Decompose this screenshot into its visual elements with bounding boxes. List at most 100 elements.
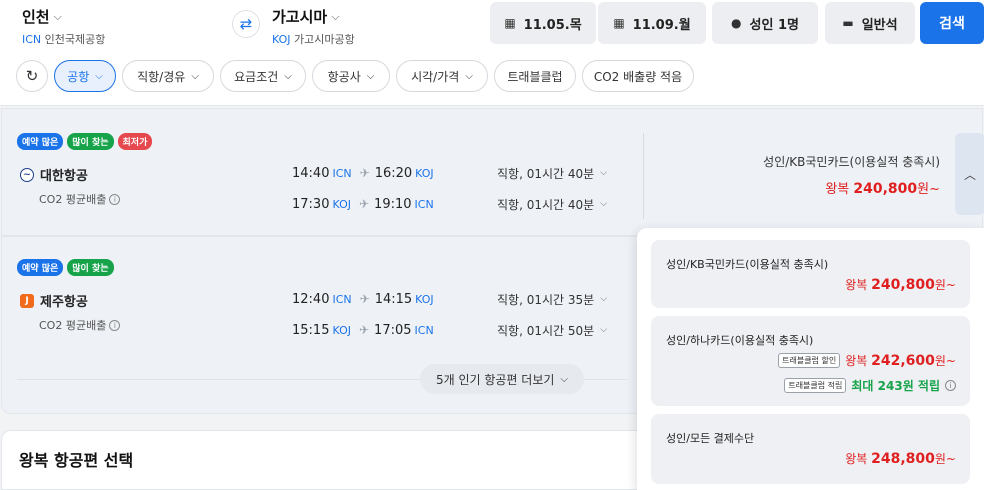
price-suffix: 원~	[934, 452, 956, 466]
plane-icon: ✈	[359, 166, 370, 180]
arrive-time: 14:15	[374, 291, 413, 307]
cabin-button[interactable]: ▬ 일반석	[825, 2, 915, 44]
filter-chip-airline[interactable]: 항공사 ⌵	[312, 60, 390, 92]
arrive-time: 19:10	[374, 196, 412, 212]
price-option[interactable]: 성인/하나카드(이용실적 충족시) 트래블클럽 할인 왕복 242,600원~ 트…	[651, 316, 970, 406]
flight-leg-outbound: 12:40 ICN ✈ 14:15 KOJ 직항, 01시간 35분 ⌵	[292, 289, 612, 309]
depart-date-button[interactable]: ▦ 11.05.목	[490, 2, 596, 44]
price-value: 242,600	[871, 353, 935, 369]
travelclub-reward-tag: 트래블클럽 적립	[784, 378, 847, 393]
badge-lowest-price: 최저가	[117, 133, 153, 150]
calendar-icon: ▦	[613, 16, 625, 30]
destination-airport: 가고시마공항	[294, 33, 355, 46]
chevron-down-icon: ⌵	[53, 9, 62, 23]
more-flights-button[interactable]: 5개 인기 항공편 더보기 ⌵	[420, 364, 584, 394]
duration-toggle[interactable]: 직항, 01시간 40분 ⌵	[497, 165, 607, 182]
price-options-panel: 성인/KB국민카드(이용실적 충족시) 왕복 240,800원~ 성인/하나카드…	[637, 228, 984, 490]
destination-selector[interactable]: 가고시마 ⌵ KOJ 가고시마공항	[272, 6, 355, 47]
info-icon[interactable]: i	[109, 193, 121, 205]
duration-toggle[interactable]: 직항, 01시간 40분 ⌵	[497, 196, 607, 213]
refresh-icon: ↻	[25, 67, 39, 85]
chip-label: 공항	[67, 69, 90, 84]
price-value: 240,800	[871, 277, 935, 293]
section-title: 왕복 항공편 선택	[19, 451, 134, 470]
passenger-button[interactable]: ● 성인 1명	[712, 2, 818, 44]
duration-toggle[interactable]: 직항, 01시간 35분 ⌵	[497, 291, 607, 308]
price-option[interactable]: 성인/KB국민카드(이용실적 충족시) 왕복 240,800원~	[651, 240, 970, 308]
cabin-class: 일반석	[861, 17, 898, 33]
refresh-button[interactable]: ↻	[16, 60, 48, 92]
chevron-down-icon: ⌵	[560, 373, 569, 385]
chevron-down-icon: ⌵	[191, 70, 199, 82]
badge-popular-booking: 예약 많은	[17, 133, 64, 150]
filter-chip-co2[interactable]: CO2 배출량 적음	[582, 60, 694, 92]
depart-time: 12:40	[292, 291, 330, 307]
plane-icon: ✈	[358, 197, 370, 211]
depart-airport: ICN	[332, 166, 352, 180]
price-condition: 성인/KB국민카드(이용실적 충족시)	[763, 155, 940, 169]
chip-label: 요금조건	[234, 69, 279, 84]
depart-airport: KOJ	[332, 197, 351, 211]
filter-chip-fare[interactable]: 요금조건 ⌵	[220, 60, 306, 92]
arrive-airport: ICN	[414, 323, 434, 337]
search-header: 인천 ⌵ ICN 인천국제공항 ⇄ 가고시마 ⌵ KOJ 가고시마공항 ▦ 11.05…	[0, 0, 984, 50]
badge-most-searched: 많이 찾는	[67, 259, 114, 276]
person-icon: ●	[731, 16, 742, 30]
flight-leg-return: 17:30 KOJ ✈ 19:10 ICN 직항, 01시간 40분 ⌵	[292, 194, 612, 214]
depart-airport: ICN	[332, 292, 352, 306]
origin-selector[interactable]: 인천 ⌵ ICN 인천국제공항	[22, 6, 105, 47]
duration-text: 직항, 01시간 40분	[497, 166, 595, 181]
return-date-button[interactable]: ▦ 11.09.월	[598, 2, 706, 44]
return-date: 11.09.월	[632, 17, 691, 33]
filter-chip-stops[interactable]: 직항/경유 ⌵	[122, 60, 214, 92]
chevron-down-icon: ⌵	[600, 325, 608, 335]
jeju-air-logo-icon: J	[20, 293, 34, 308]
price-option-label: 성인/KB국민카드(이용실적 충족시)	[666, 258, 829, 271]
arrive-time: 17:05	[374, 322, 412, 338]
chip-label: 트래블클럽	[507, 69, 563, 84]
chevron-down-icon: ⌵	[331, 9, 340, 23]
airline-name: 대한항공	[40, 169, 88, 184]
co2-label: CO2 평균배출	[39, 193, 107, 206]
divider	[643, 133, 644, 219]
calendar-icon: ▦	[504, 16, 516, 30]
depart-airport: KOJ	[332, 323, 351, 337]
depart-time: 17:30	[292, 196, 330, 212]
chevron-down-icon: ⌵	[366, 70, 375, 82]
flight-leg-outbound: 14:40 ICN ✈ 16:20 KOJ 직항, 01시간 40분 ⌵	[292, 163, 612, 183]
arrive-airport: KOJ	[415, 166, 434, 180]
duration-text: 직항, 01시간 50분	[497, 323, 595, 338]
plane-icon: ✈	[359, 292, 370, 306]
filter-bar: ↻ 공항 ⌵ 직항/경유 ⌵ 요금조건 ⌵ 항공사 ⌵ 시각/가격 ⌵ 트래블클럽 CO2…	[0, 50, 984, 106]
origin-city: 인천	[22, 8, 50, 26]
chip-label: CO2 배출량 적음	[593, 69, 683, 84]
passenger-count: 성인 1명	[749, 17, 799, 33]
price-option[interactable]: 성인/모든 결제수단 왕복 248,800원~	[651, 414, 970, 484]
filter-chip-travelclub[interactable]: 트래블클럽	[494, 60, 576, 92]
price-suffix: 원~	[934, 354, 956, 368]
price-suffix: 원~	[934, 278, 956, 292]
plane-icon: ✈	[358, 323, 370, 337]
price-value: 240,800	[853, 181, 918, 197]
price-prefix: 왕복	[845, 354, 868, 368]
more-flights-label: 5개 인기 항공편 더보기	[435, 372, 555, 387]
search-button[interactable]: 검색	[920, 2, 984, 44]
collapse-prices-button[interactable]: ︿	[955, 133, 984, 215]
travelclub-discount-tag: 트래블클럽 할인	[778, 353, 841, 368]
badge-popular-booking: 예약 많은	[17, 259, 64, 276]
flight-result-card[interactable]: 예약 많은 많이 찾는 최저가 ~ 대한항공 CO2 평균배출 i 14:40 ICN…	[1, 108, 984, 236]
destination-city: 가고시마	[272, 8, 328, 26]
swap-arrows-icon[interactable]: ⇄	[232, 10, 260, 38]
info-icon[interactable]: i	[109, 319, 121, 331]
chevron-up-icon: ︿	[963, 167, 976, 182]
destination-code: KOJ	[272, 33, 291, 46]
depart-date: 11.05.목	[523, 17, 582, 33]
filter-chip-airport[interactable]: 공항 ⌵	[54, 60, 116, 92]
info-icon[interactable]: i	[945, 380, 956, 391]
price-prefix: 왕복	[825, 182, 850, 197]
filter-chip-time-price[interactable]: 시각/가격 ⌵	[396, 60, 488, 92]
badge-most-searched: 많이 찾는	[67, 133, 114, 150]
depart-time: 14:40	[292, 165, 330, 181]
duration-toggle[interactable]: 직항, 01시간 50분 ⌵	[497, 322, 607, 339]
duration-text: 직항, 01시간 40분	[497, 197, 595, 212]
